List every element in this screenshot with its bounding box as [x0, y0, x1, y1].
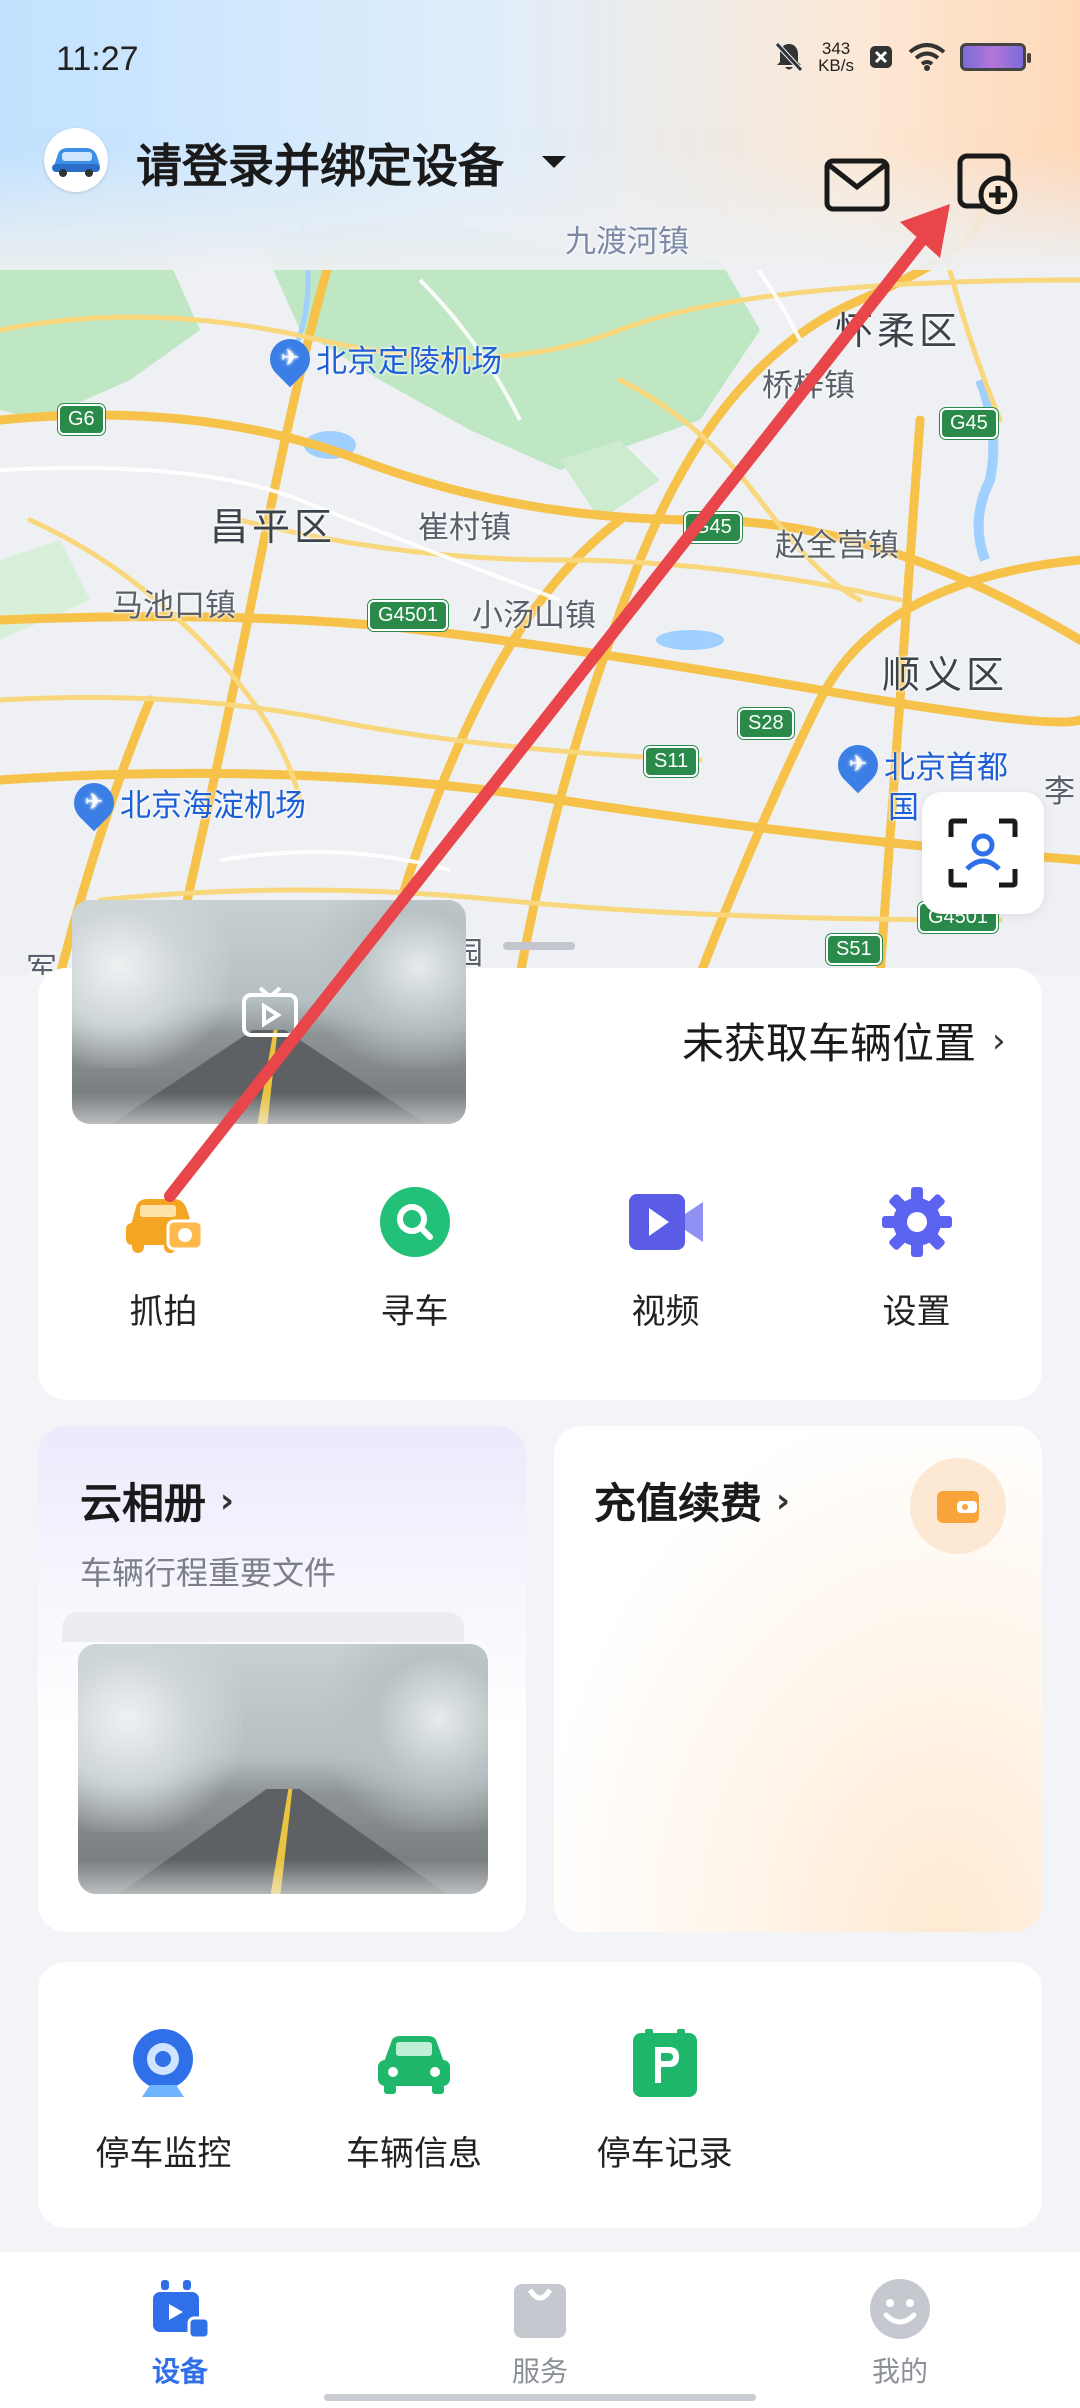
status-bar: 11:27 343 KB/s — [0, 0, 1080, 100]
tool-label: 车辆信息 — [346, 2134, 482, 2174]
recharge-title-text: 充值续费 — [594, 1479, 763, 1528]
mail-icon — [824, 158, 890, 212]
net-speed-unit: KB/s — [818, 56, 854, 75]
map-label-district: 昌平区 — [210, 507, 337, 549]
battery-icon — [960, 43, 1031, 71]
map-label: 崔村镇 — [418, 510, 511, 545]
face-scan-icon — [948, 818, 1018, 888]
airport-marker[interactable]: ✈ 北京首都 — [829, 736, 1008, 793]
nav-tab-profile[interactable]: 我的 — [820, 2274, 980, 2390]
airplane-icon: ✈ — [261, 330, 319, 387]
airport-label: 北京首都 — [884, 750, 1008, 786]
tool-parking-monitor[interactable]: 停车监控 — [38, 2022, 289, 2175]
chevron-right-icon: › — [992, 1020, 1006, 1061]
chevron-right-icon: › — [220, 1480, 235, 1521]
quick-action-video[interactable]: 视频 — [540, 1180, 791, 1340]
no-sim-icon — [870, 46, 892, 68]
video-icon — [628, 1194, 703, 1250]
tv-play-icon — [242, 986, 298, 1037]
net-speed-value: 343 — [821, 39, 851, 58]
airplane-icon: ✈ — [65, 774, 123, 831]
airplane-icon: ✈ — [829, 736, 887, 793]
nav-tab-label: 设备 — [151, 2355, 208, 2388]
tool-label: 停车监控 — [95, 2134, 232, 2174]
top-header: 请登录并绑定设备 — [0, 120, 1080, 240]
nav-tab-service[interactable]: 服务 — [460, 2274, 620, 2390]
quick-action-label: 寻车 — [380, 1292, 449, 1332]
nav-tab-label: 服务 — [511, 2355, 568, 2388]
snapshot-car-icon — [125, 1199, 203, 1253]
net-speed: 343 KB/s — [818, 40, 854, 74]
road-badge: S51 — [826, 934, 882, 965]
map-label-district: 怀柔区 — [835, 311, 962, 353]
status-icons: 343 KB/s — [774, 40, 1031, 74]
cloud-album-title[interactable]: 云相册 › — [80, 1470, 234, 1531]
quick-action-snapshot[interactable]: 抓拍 — [38, 1180, 289, 1340]
road-badge: G45 — [684, 512, 742, 543]
quick-action-label: 设置 — [882, 1292, 951, 1332]
tools-row: 停车监控 车辆信息 停车记录 — [38, 2022, 790, 2175]
recharge-title[interactable]: 充值续费 › — [594, 1470, 790, 1531]
vehicle-location-label: 未获取车辆位置 — [682, 1019, 977, 1068]
quick-action-label: 抓拍 — [129, 1292, 198, 1332]
status-time: 11:27 — [56, 40, 139, 78]
nav-tab-label: 我的 — [871, 2355, 928, 2388]
tool-vehicle-info[interactable]: 车辆信息 — [289, 2022, 540, 2175]
vehicle-info-car-icon — [378, 2036, 450, 2094]
add-device-icon — [957, 153, 1018, 215]
wallet-badge — [910, 1458, 1006, 1554]
device-icon — [153, 2280, 211, 2340]
scan-button[interactable] — [922, 792, 1044, 914]
map-label: 赵全营镇 — [775, 528, 899, 563]
map-label: 马池口镇 — [112, 588, 236, 623]
home-indicator[interactable] — [324, 2394, 756, 2401]
quick-actions: 抓拍 寻车 视频 设置 — [38, 1180, 1042, 1340]
page-title[interactable]: 请登录并绑定设备 — [136, 130, 504, 196]
bottom-nav: 设备 服务 我的 — [0, 2252, 1080, 2408]
road-badge: S11 — [644, 746, 699, 777]
airport-label: 北京定陵机场 — [316, 344, 502, 380]
map-label: 桥梓镇 — [762, 368, 855, 403]
vehicle-location-link[interactable]: 未获取车辆位置 › — [682, 1010, 1006, 1071]
device-avatar[interactable] — [44, 128, 108, 192]
device-car-icon — [52, 148, 100, 177]
wallet-icon — [937, 1491, 979, 1523]
quick-action-find-car[interactable]: 寻车 — [289, 1180, 540, 1340]
album-thumbnail[interactable] — [78, 1644, 488, 1894]
road-badge: G4501 — [368, 600, 449, 631]
profile-smile-icon — [870, 2279, 930, 2339]
airport-marker[interactable]: ✈ 北京海淀机场 — [65, 774, 306, 831]
cloud-album-title-text: 云相册 — [80, 1479, 207, 1528]
tool-label: 停车记录 — [596, 2134, 733, 2174]
airport-label: 北京海淀机场 — [120, 788, 306, 824]
sheet-drag-handle[interactable] — [503, 942, 575, 950]
road-badge: S28 — [738, 708, 794, 739]
nav-tab-device[interactable]: 设备 — [100, 2274, 260, 2390]
airport-marker[interactable]: ✈ 北京定陵机场 — [261, 330, 502, 387]
cloud-album-subtitle: 车辆行程重要文件 — [80, 1554, 337, 1592]
map-label: 李 — [1044, 774, 1075, 809]
map-label: 小汤山镇 — [472, 598, 596, 633]
mail-button[interactable] — [822, 150, 892, 220]
road-badge: G6 — [58, 404, 105, 435]
live-video-thumbnail[interactable] — [72, 900, 466, 1124]
album-stack-shadow — [62, 1612, 464, 1642]
parking-monitor-camera-icon — [133, 2029, 194, 2097]
find-car-icon — [379, 1187, 450, 1257]
service-bag-icon — [514, 2284, 566, 2338]
map-label-district: 顺义区 — [882, 655, 1009, 697]
mute-bell-icon — [775, 42, 803, 72]
chevron-right-icon: › — [776, 1480, 791, 1521]
quick-action-label: 视频 — [631, 1292, 700, 1332]
wifi-icon — [908, 43, 946, 71]
quick-action-settings[interactable]: 设置 — [791, 1180, 1042, 1340]
map-label: 国 — [888, 790, 919, 825]
tool-parking-record[interactable]: 停车记录 — [539, 2022, 790, 2175]
parking-record-icon — [632, 2029, 697, 2097]
road-badge: G45 — [940, 408, 998, 439]
caret-down-icon[interactable] — [540, 154, 568, 170]
settings-gear-icon — [881, 1187, 952, 1257]
add-device-button[interactable] — [954, 150, 1024, 220]
